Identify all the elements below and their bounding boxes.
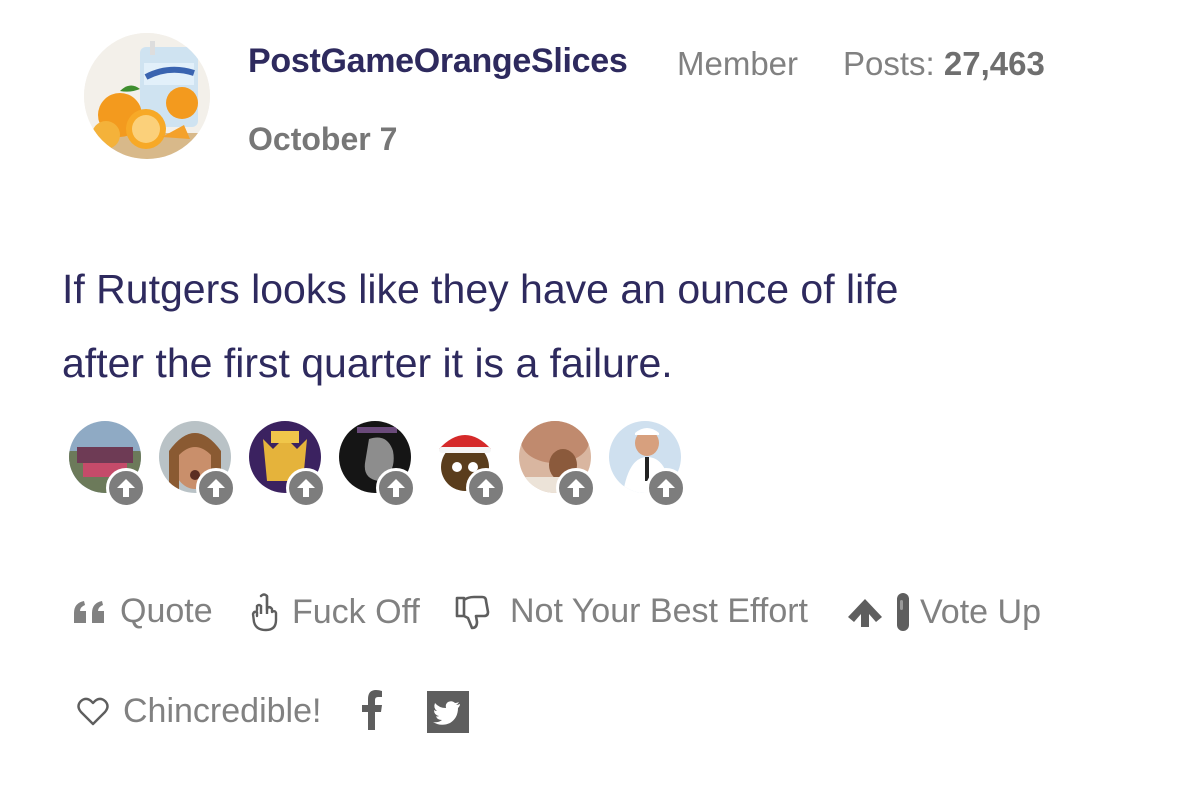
thumbs-down-icon: [454, 594, 490, 630]
reactor-avatar-1[interactable]: [69, 421, 146, 508]
vote-up-icon: [646, 468, 686, 508]
vote-up-button[interactable]: Vote Up: [846, 592, 1041, 632]
reactor-avatar-5[interactable]: [429, 421, 506, 508]
vote-up-icon: [106, 468, 146, 508]
post-date[interactable]: October 7: [248, 121, 397, 158]
quote-label: Quote: [120, 592, 213, 630]
chincredible-button[interactable]: Chincredible!: [77, 692, 321, 731]
arrow-up-icon: [846, 597, 884, 627]
post-body-line: after the first quarter it is a failure.: [62, 340, 673, 386]
facebook-icon: [360, 690, 384, 730]
post-body-line: If Rutgers looks like they have an ounce…: [62, 266, 899, 312]
not-your-best-effort-button[interactable]: Not Your Best Effort: [454, 592, 808, 631]
author-name[interactable]: PostGameOrangeSlices: [248, 42, 628, 81]
vote-up-label: Vote Up: [920, 592, 1041, 631]
vote-up-icon: [466, 468, 506, 508]
not-your-best-effort-label: Not Your Best Effort: [510, 592, 808, 630]
reactor-avatar-6[interactable]: [519, 421, 596, 508]
post-count: Posts: 27,463: [843, 45, 1045, 83]
quote-icon: [72, 599, 108, 625]
reactor-avatar-3[interactable]: [249, 421, 326, 508]
reactor-avatar-4[interactable]: [339, 421, 416, 508]
vote-up-icon: [376, 468, 416, 508]
post-body: If Rutgers looks like they have an ounce…: [62, 252, 1122, 400]
posts-count-value: 27,463: [943, 45, 1045, 82]
vote-up-icon: [196, 468, 236, 508]
quote-button[interactable]: Quote: [72, 592, 213, 631]
fuck-off-label: Fuck Off: [292, 592, 420, 631]
facebook-share-button[interactable]: [360, 690, 384, 730]
reactor-avatar-2[interactable]: [159, 421, 236, 508]
vote-up-icon: [556, 468, 596, 508]
author-avatar[interactable]: [84, 33, 210, 159]
reactor-avatar-7[interactable]: [609, 421, 686, 508]
posts-label: Posts:: [843, 45, 935, 82]
middle-finger-icon: [248, 592, 280, 632]
twitter-share-button[interactable]: [427, 691, 469, 733]
fuck-off-button[interactable]: Fuck Off: [248, 592, 420, 632]
pill-icon: [896, 592, 910, 632]
heart-icon: [77, 697, 109, 727]
twitter-icon: [427, 691, 469, 733]
vote-up-icon: [286, 468, 326, 508]
chincredible-label: Chincredible!: [123, 692, 322, 730]
author-role: Member: [677, 45, 799, 82]
